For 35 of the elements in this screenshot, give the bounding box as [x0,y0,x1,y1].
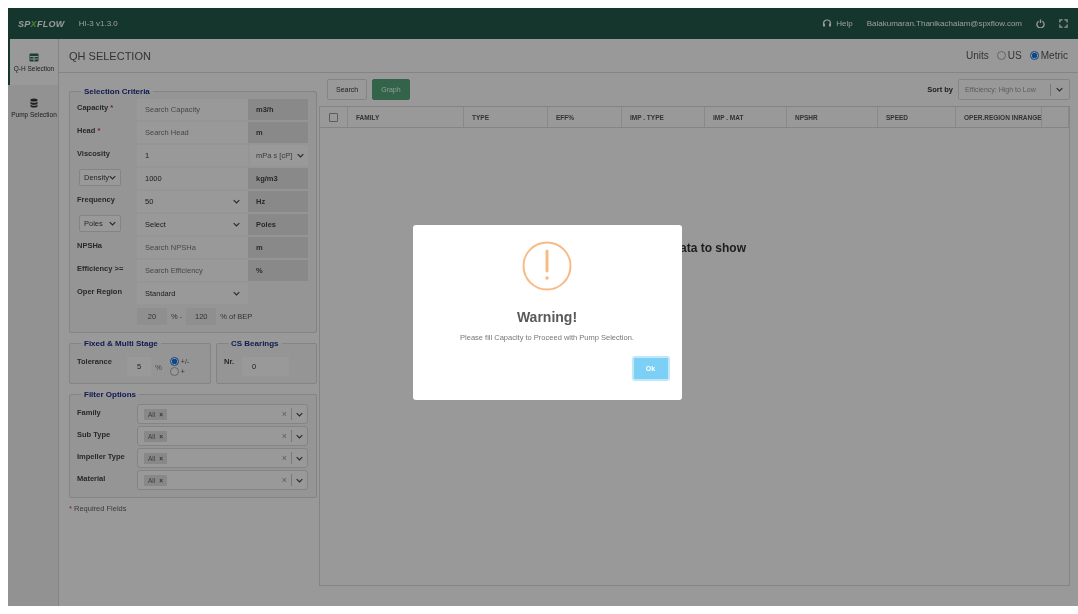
chevron-down-icon [233,199,240,204]
radio-label[interactable]: Metric [1040,50,1068,61]
radio-button[interactable] [169,357,179,366]
page-title: QH SELECTION [69,49,151,62]
user-email: Balakumaran.Thanikachalam@spxflow.com [866,19,1022,28]
chevron-down-icon [1056,87,1063,92]
section-title: Filter Options [83,390,137,399]
help-link[interactable]: Help [836,19,853,28]
units-label: Units [966,50,989,61]
warning-icon [522,240,572,291]
fullscreen-icon[interactable] [1059,19,1068,28]
chevron-down-icon [109,221,116,226]
table-icon [29,52,39,62]
chevron-down-icon [296,411,303,417]
power-icon[interactable] [1036,19,1045,28]
select-all-checkbox[interactable] [329,112,338,122]
radio-label[interactable]: US [1007,50,1022,61]
chevron-down-icon [296,477,303,483]
database-icon [30,98,38,108]
chevron-down-icon [233,291,240,296]
chevron-down-icon [109,175,116,180]
chevron-down-icon [233,222,240,227]
chevron-down-icon [296,433,303,439]
dialog-title: Warning! [516,308,578,325]
section-title: Selection Criteria [83,87,151,96]
section-title: Fixed & Multi Stage [83,339,159,348]
chevron-down-icon [296,455,303,461]
help-icon[interactable] [822,19,833,28]
radio-button[interactable] [996,51,1006,60]
radio-button[interactable] [169,367,179,376]
section-title: CS Bearings [230,339,280,348]
radio-button[interactable] [1029,51,1039,60]
logo: SPXFLOW [18,18,65,29]
version-label: HI-3 v1.3.0 [78,19,118,28]
chevron-down-icon [297,153,304,158]
